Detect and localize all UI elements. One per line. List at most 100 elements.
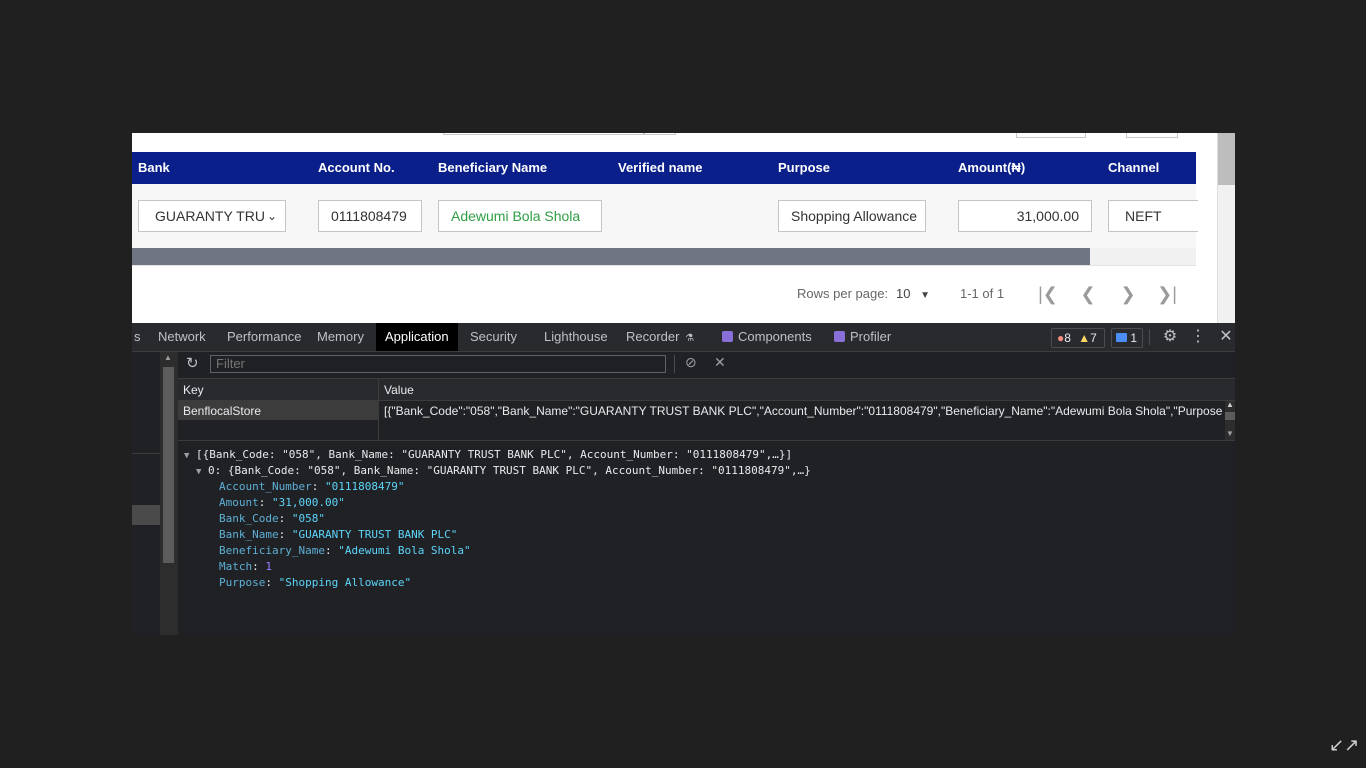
- tree-prop: Bank_Name: "GUARANTY TRUST BANK PLC": [219, 528, 458, 541]
- bank-select-value: GUARANTY TRU: [155, 208, 265, 224]
- storage-key: BenflocalStore: [183, 404, 262, 418]
- storage-value: [{"Bank_Code":"058","Bank_Name":"GUARANT…: [384, 404, 1222, 418]
- prop-value: "058": [291, 512, 325, 525]
- beneficiary-name-field[interactable]: Adewumi Bola Shola: [438, 200, 602, 232]
- value-scrollbar-thumb[interactable]: [1225, 412, 1235, 420]
- issues-counter[interactable]: ●8 ▲7: [1051, 328, 1105, 348]
- sidebar-scrollbar-thumb[interactable]: [163, 367, 174, 563]
- page-vertical-scrollbar-thumb[interactable]: [1218, 133, 1235, 185]
- clipped-input[interactable]: [443, 133, 644, 135]
- tab-components[interactable]: Components: [722, 323, 812, 351]
- first-page-icon[interactable]: |❮: [1037, 283, 1059, 305]
- rows-per-page-label: Rows per page:: [797, 286, 889, 301]
- storage-viewer: ↻ ⊘ ✕ Key Value BenflocalStore [{"Bank_C…: [178, 352, 1235, 635]
- prop-key: Beneficiary_Name: [219, 544, 325, 557]
- amount-field[interactable]: 31,000.00: [958, 200, 1092, 232]
- tree-prop: Amount: "31,000.00": [219, 496, 345, 509]
- tab-application[interactable]: Application: [376, 323, 458, 351]
- browser-window: Bank Account No. Beneficiary Name Verifi…: [132, 133, 1235, 635]
- flask-icon: ⚗: [685, 333, 695, 344]
- prop-key: Match: [219, 560, 253, 573]
- tab-network[interactable]: Network: [158, 323, 206, 351]
- storage-row[interactable]: BenflocalStore [{"Bank_Code":"058","Bank…: [178, 401, 1235, 420]
- purpose-field[interactable]: Shopping Allowance: [778, 200, 926, 232]
- tab-recorder[interactable]: Recorder ⚗: [626, 323, 694, 351]
- page-range: 1-1 of 1: [960, 286, 1005, 301]
- message-icon: [1116, 333, 1127, 342]
- gear-icon[interactable]: ⚙: [1160, 323, 1180, 351]
- page-top-strip: [132, 133, 1196, 152]
- tab-recorder-label: Recorder: [626, 329, 680, 344]
- clipped-field[interactable]: [1016, 133, 1086, 138]
- scroll-down-icon[interactable]: ▼: [1226, 429, 1234, 438]
- error-count: 8: [1064, 331, 1071, 345]
- prop-value: "31,000.00": [272, 496, 345, 509]
- scroll-up-icon[interactable]: ▲: [1226, 400, 1234, 409]
- expand-triangle-icon[interactable]: ▼: [196, 467, 201, 477]
- horizontal-scrollbar-thumb[interactable]: [132, 248, 1090, 265]
- close-icon[interactable]: ✕: [1218, 323, 1234, 351]
- tab-memory[interactable]: Memory: [317, 323, 364, 351]
- clipped-button[interactable]: [644, 133, 676, 135]
- expand-triangle-icon[interactable]: ▼: [184, 451, 189, 461]
- storage-empty-row: [178, 421, 1235, 441]
- prop-value: "0111808479": [324, 480, 405, 493]
- clipped-field[interactable]: [1126, 133, 1178, 138]
- application-sidebar: [132, 352, 162, 635]
- header-verified-name: Verified name: [618, 160, 703, 175]
- messages-counter[interactable]: 1: [1111, 328, 1143, 348]
- react-icon: [834, 331, 845, 342]
- account-number-field[interactable]: 0111808479: [318, 200, 422, 232]
- header-account-no: Account No.: [318, 160, 395, 175]
- sidebar-scrollbar[interactable]: ▲: [160, 352, 178, 635]
- key-column-header: Key: [183, 383, 204, 397]
- page-vertical-scrollbar[interactable]: [1217, 133, 1235, 323]
- tab-performance[interactable]: Performance: [227, 323, 301, 351]
- tree-prop: Match: 1: [219, 560, 272, 573]
- value-column-header: Value: [384, 383, 414, 397]
- tree-prop: Beneficiary_Name: "Adewumi Bola Shola": [219, 544, 471, 557]
- column-divider: [378, 379, 379, 441]
- tree-root-text: [{Bank_Code: "058", Bank_Name: "GUARANTY…: [196, 448, 793, 461]
- delete-selected-icon[interactable]: ✕: [714, 354, 726, 371]
- tree-item[interactable]: ▼ 0: {Bank_Code: "058", Bank_Name: "GUAR…: [196, 463, 811, 479]
- header-beneficiary-name: Beneficiary Name: [438, 160, 548, 175]
- table-row: GUARANTY TRU ⌄ 0111808479 Adewumi Bola S…: [132, 184, 1198, 248]
- tree-prop: Account_Number: "0111808479": [219, 480, 405, 493]
- tab-truncated[interactable]: s: [132, 323, 143, 351]
- sidebar-selected-item[interactable]: [132, 505, 160, 525]
- value-scrollbar[interactable]: ▲ ▼: [1225, 400, 1235, 440]
- last-page-icon[interactable]: ❯|: [1156, 283, 1178, 305]
- web-page: Bank Account No. Beneficiary Name Verifi…: [132, 133, 1235, 324]
- rows-per-page-select[interactable]: 10 ▼: [896, 286, 930, 301]
- rows-per-page-value: 10: [896, 286, 911, 301]
- bank-select[interactable]: GUARANTY TRU ⌄: [138, 200, 286, 232]
- exit-fullscreen-icon[interactable]: ↙↗: [1329, 732, 1359, 758]
- toolbar-divider: [674, 355, 675, 373]
- refresh-icon[interactable]: ↻: [186, 354, 199, 372]
- header-bank: Bank: [138, 160, 170, 175]
- table-header: Bank Account No. Beneficiary Name Verifi…: [132, 152, 1196, 184]
- tab-security[interactable]: Security: [470, 323, 517, 351]
- storage-table-header: Key Value: [178, 379, 1235, 401]
- next-page-icon[interactable]: ❯: [1117, 283, 1139, 305]
- warning-count: 7: [1090, 331, 1097, 345]
- tree-root[interactable]: ▼ [{Bank_Code: "058", Bank_Name: "GUARAN…: [184, 447, 792, 463]
- pagination-bar: Rows per page: 10 ▼ 1-1 of 1 |❮ ❮ ❯ ❯|: [132, 265, 1196, 324]
- previous-page-icon[interactable]: ❮: [1077, 283, 1099, 305]
- header-amount: Amount(₦): [958, 160, 1026, 175]
- sidebar-divider: [132, 453, 160, 454]
- horizontal-scrollbar[interactable]: [132, 248, 1196, 265]
- storage-toolbar: ↻ ⊘ ✕: [178, 352, 1235, 379]
- tab-profiler[interactable]: Profiler: [834, 323, 891, 351]
- clear-all-icon[interactable]: ⊘: [685, 354, 697, 371]
- scroll-up-icon[interactable]: ▲: [164, 353, 172, 362]
- filter-input[interactable]: [210, 355, 666, 373]
- prop-key: Account_Number: [219, 480, 312, 493]
- tab-lighthouse[interactable]: Lighthouse: [544, 323, 608, 351]
- prop-value: "Adewumi Bola Shola": [338, 544, 471, 557]
- more-options-icon[interactable]: ⋮: [1190, 323, 1206, 351]
- header-purpose: Purpose: [778, 160, 831, 175]
- chevron-down-icon: ⌄: [266, 209, 277, 223]
- channel-field[interactable]: NEFT: [1108, 200, 1198, 232]
